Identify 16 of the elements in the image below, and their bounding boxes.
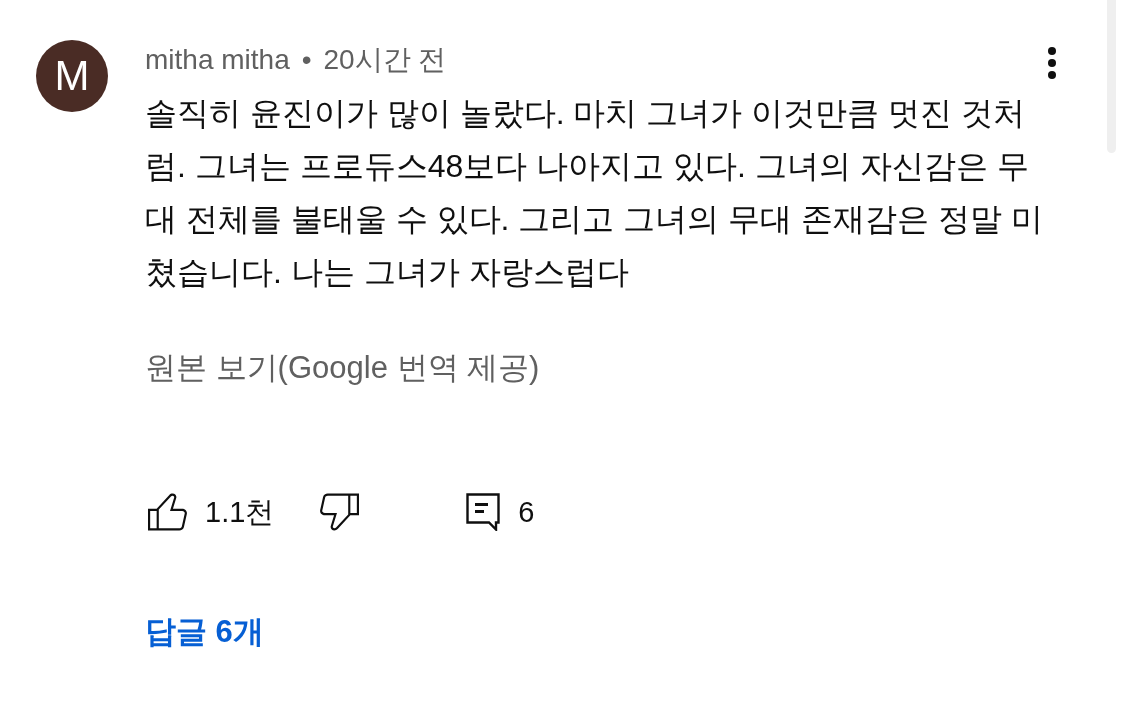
dislike-button[interactable] [319, 492, 360, 532]
more-options-icon [1047, 46, 1057, 80]
author-name[interactable]: mitha mitha [145, 40, 290, 80]
translation-link[interactable]: 원본 보기(Google 번역 제공) [145, 342, 540, 394]
thumbs-down-icon [319, 492, 360, 532]
reply-count: 6 [518, 495, 535, 530]
user-avatar[interactable]: M [36, 40, 108, 112]
separator-dot: • [301, 43, 312, 77]
comment-icon [466, 493, 501, 531]
like-button[interactable] [148, 492, 188, 532]
comment-time: 20시간 전 [323, 43, 447, 77]
comment-text: 솔직히 윤진이가 많이 놀랐다. 마치 그녀가 이것만큼 멋진 것처럼. 그녀는 프로듀스48보다 나아지고 있다. 그녀의 자신감은 무대 전체를 불태울 수 있다. 그리고 그녀의 무대 존재감은 정말 미쳤습니다. 나는 그녀가 자랑스럽다 [145, 94, 1044, 292]
replies-link[interactable]: 답글 6개 [145, 608, 264, 656]
reply-button[interactable] [466, 493, 501, 531]
thumbs-up-icon [148, 492, 188, 532]
like-count: 1.1천 [205, 495, 275, 530]
